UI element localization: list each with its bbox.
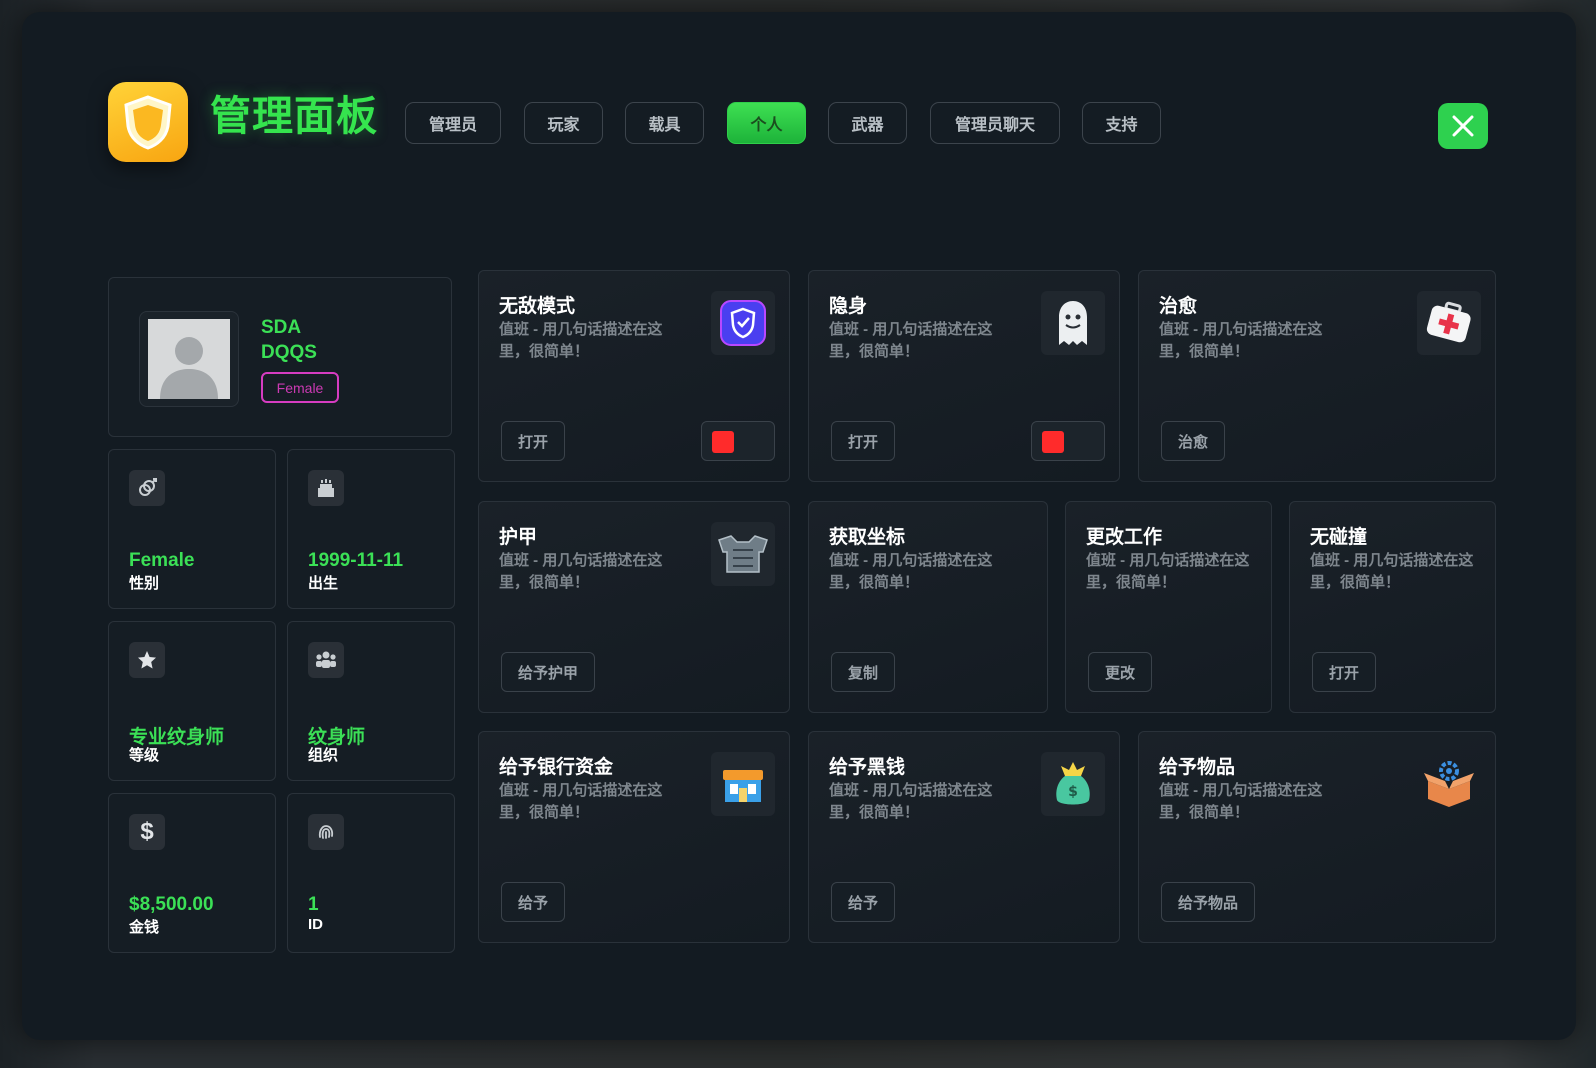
stat-label: 等级	[129, 747, 160, 764]
card-heal: 治愈 值班 - 用几句话描述在这里，很简单！ 治愈	[1138, 270, 1496, 482]
card-title: 无敌模式	[499, 296, 576, 317]
stat-value: 1	[308, 894, 319, 915]
cake-icon	[308, 470, 344, 506]
card-title: 护甲	[499, 527, 538, 548]
player-name: SDA DQQS	[261, 315, 317, 365]
open-button[interactable]: 打开	[501, 421, 566, 461]
close-button[interactable]	[1438, 103, 1488, 149]
card-godmode: 无敌模式 值班 - 用几句话描述在这里，很简单！ 打开	[478, 270, 790, 482]
stat-birth: 1999-11-11 出生	[287, 449, 455, 609]
card-give-black-money: 给予黑钱 值班 - 用几句话描述在这里，很简单！ $ 给予	[808, 731, 1120, 943]
dollar-icon: $	[129, 814, 165, 850]
card-get-coords: 获取坐标 值班 - 用几句话描述在这里，很简单！ 复制	[808, 501, 1048, 713]
gender-badge: Female	[261, 372, 339, 403]
close-icon	[1452, 115, 1474, 137]
bank-icon	[711, 752, 775, 816]
heal-button[interactable]: 治愈	[1161, 421, 1226, 461]
armor-icon	[711, 522, 775, 586]
give-item-button[interactable]: 给予物品	[1161, 882, 1256, 922]
stat-value: $8,500.00	[129, 894, 214, 915]
item-box-icon	[1417, 752, 1481, 816]
money-bag-icon: $	[1041, 752, 1105, 816]
tab-admin-chat[interactable]: 管理员聊天	[930, 102, 1060, 144]
group-icon	[308, 642, 344, 678]
card-title: 治愈	[1159, 296, 1198, 317]
card-title: 获取坐标	[829, 527, 906, 548]
stat-organization: 纹身师 组织	[287, 621, 455, 781]
card-description: 值班 - 用几句话描述在这里，很简单！	[829, 552, 993, 591]
medkit-icon	[1417, 291, 1481, 355]
gender-icon	[129, 470, 165, 506]
card-title: 给予黑钱	[829, 757, 906, 778]
shield-logo-icon	[108, 82, 188, 162]
card-description: 值班 - 用几句话描述在这里，很简单！	[1310, 552, 1474, 591]
stat-label: 组织	[308, 747, 339, 764]
change-button[interactable]: 更改	[1088, 652, 1153, 692]
ghost-icon	[1041, 291, 1105, 355]
avatar-placeholder-icon	[160, 337, 218, 399]
give-button[interactable]: 给予	[831, 882, 896, 922]
stat-value: 1999-11-11	[308, 550, 404, 571]
card-title: 给予物品	[1159, 757, 1236, 778]
card-title: 更改工作	[1086, 527, 1163, 548]
stat-gender: Female 性别	[108, 449, 276, 609]
stat-money: $ $8,500.00 金钱	[108, 793, 276, 953]
card-description: 值班 - 用几句话描述在这里，很简单！	[499, 782, 663, 821]
card-noclip: 无碰撞 值班 - 用几句话描述在这里，很简单！ 打开	[1289, 501, 1496, 713]
tab-personal[interactable]: 个人	[727, 102, 806, 144]
card-armor: 护甲 值班 - 用几句话描述在这里，很简单！ 给予护甲	[478, 501, 790, 713]
tab-support[interactable]: 支持	[1082, 102, 1161, 144]
card-change-job: 更改工作 值班 - 用几句话描述在这里，很简单！ 更改	[1065, 501, 1272, 713]
stat-label: 性别	[129, 575, 160, 592]
card-description: 值班 - 用几句话描述在这里，很简单！	[499, 321, 663, 360]
open-button[interactable]: 打开	[1312, 652, 1377, 692]
invisible-toggle[interactable]	[1031, 421, 1105, 461]
give-button[interactable]: 给予	[501, 882, 566, 922]
star-icon	[129, 642, 165, 678]
stat-grade: 专业纹身师 等级	[108, 621, 276, 781]
card-description: 值班 - 用几句话描述在这里，很简单！	[499, 552, 663, 591]
copy-button[interactable]: 复制	[831, 652, 896, 692]
stat-label: 金钱	[129, 919, 160, 936]
card-description: 值班 - 用几句话描述在这里，很简单！	[1086, 552, 1250, 591]
player-last-name: DQQS	[261, 342, 317, 363]
page-title: 管理面板	[210, 93, 378, 139]
card-title: 隐身	[829, 296, 868, 317]
stat-id: 1 ID	[287, 793, 455, 953]
fingerprint-icon	[308, 814, 344, 850]
profile-card: SDA DQQS Female	[108, 277, 452, 437]
shield-icon	[711, 291, 775, 355]
card-description: 值班 - 用几句话描述在这里，很简单！	[829, 782, 993, 821]
godmode-toggle[interactable]	[701, 421, 775, 461]
card-description: 值班 - 用几句话描述在这里，很简单！	[1159, 782, 1323, 821]
toggle-knob	[1042, 431, 1064, 453]
card-invisible: 隐身 值班 - 用几句话描述在这里，很简单！ 打开	[808, 270, 1120, 482]
tab-players[interactable]: 玩家	[524, 102, 603, 144]
admin-panel: 管理面板 管理员 玩家 载具 个人 武器 管理员聊天 支持 SDA DQQS F…	[22, 12, 1576, 1040]
tab-vehicles[interactable]: 载具	[625, 102, 704, 144]
tab-weapons[interactable]: 武器	[828, 102, 907, 144]
card-description: 值班 - 用几句话描述在这里，很简单！	[1159, 321, 1323, 360]
stat-value: Female	[129, 550, 195, 571]
card-title: 无碰撞	[1310, 527, 1368, 548]
card-description: 值班 - 用几句话描述在这里，很简单！	[829, 321, 993, 360]
toggle-knob	[712, 431, 734, 453]
card-title: 给予银行资金	[499, 757, 614, 778]
svg-text:$: $	[1068, 784, 1078, 800]
stat-label: 出生	[308, 575, 339, 592]
tab-admin[interactable]: 管理员	[405, 102, 501, 144]
give-armor-button[interactable]: 给予护甲	[501, 652, 596, 692]
player-first-name: SDA	[261, 317, 302, 338]
card-give-bank: 给予银行资金 值班 - 用几句话描述在这里，很简单！ 给予	[478, 731, 790, 943]
open-button[interactable]: 打开	[831, 421, 896, 461]
stat-label: ID	[308, 916, 323, 933]
avatar	[139, 311, 239, 407]
card-give-item: 给予物品 值班 - 用几句话描述在这里，很简单！ 给予物品	[1138, 731, 1496, 943]
